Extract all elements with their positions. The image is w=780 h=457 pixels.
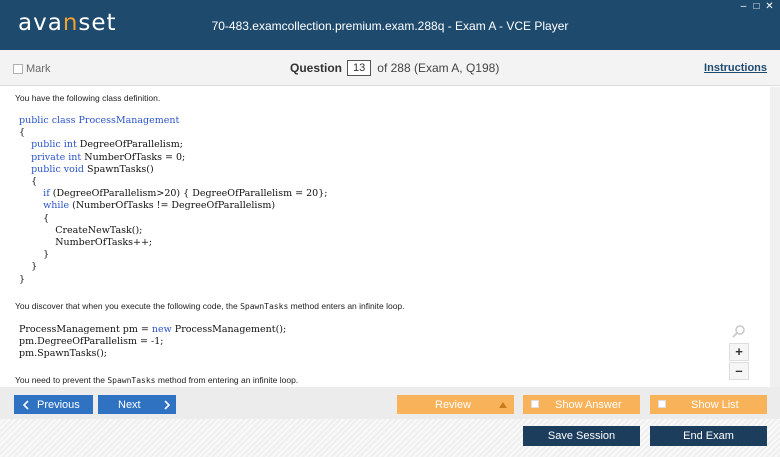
review-button[interactable]: Review — [397, 395, 514, 414]
next-label: Next — [118, 398, 141, 411]
instructions-link[interactable]: Instructions — [704, 62, 767, 74]
show-list-label: Show List — [691, 398, 739, 411]
show-list-button[interactable]: Show List — [650, 395, 767, 414]
prevent-text: You need to prevent the SpawnTasks metho… — [15, 375, 299, 385]
chevron-right-icon — [164, 399, 170, 410]
show-answer-checkbox[interactable] — [531, 400, 539, 408]
question-number-input[interactable]: 13 — [347, 60, 372, 76]
maximize-button[interactable]: □ — [752, 2, 761, 12]
question-header: Mark Question 13 of 288 (Exam A, Q198) I… — [0, 50, 780, 86]
show-answer-button[interactable]: Show Answer — [523, 395, 640, 414]
discover-text: You discover that when you execute the f… — [15, 301, 405, 311]
previous-button[interactable]: Previous — [14, 395, 93, 414]
zoom-out-button[interactable]: – — [729, 362, 749, 380]
previous-label: Previous — [37, 398, 80, 411]
review-label: Review — [435, 398, 472, 411]
title-bar: avanset 70-483.examcollection.premium.ex… — [0, 0, 780, 50]
vertical-scrollbar[interactable] — [770, 87, 780, 387]
end-exam-button[interactable]: End Exam — [650, 426, 767, 446]
triangle-up-icon — [499, 401, 508, 408]
mark-checkbox[interactable]: Mark — [13, 63, 50, 75]
chevron-left-icon — [22, 399, 29, 410]
calling-code: ProcessManagement pm = new ProcessManage… — [19, 324, 287, 360]
close-button[interactable]: ✕ — [765, 2, 774, 12]
save-session-button[interactable]: Save Session — [523, 426, 640, 446]
question-label: Question — [290, 61, 343, 75]
minimize-button[interactable]: – — [739, 2, 748, 12]
mark-label: Mark — [26, 63, 51, 75]
question-indicator: Question 13 of 288 (Exam A, Q198) — [290, 60, 499, 76]
show-answer-label: Show Answer — [555, 398, 622, 411]
class-definition-code: public class ProcessManagement { public … — [19, 115, 328, 285]
intro-text: You have the following class definition. — [15, 93, 161, 103]
question-content: You have the following class definition.… — [0, 87, 770, 387]
checkbox-icon[interactable] — [13, 64, 23, 74]
window-controls: – □ ✕ — [739, 2, 774, 12]
question-total: of 288 (Exam A, Q198) — [377, 61, 500, 75]
next-button[interactable]: Next — [98, 395, 176, 414]
zoom-in-button[interactable]: + — [729, 343, 749, 361]
magnifier-icon — [732, 325, 745, 338]
show-list-checkbox[interactable] — [658, 400, 666, 408]
window-title: 70-483.examcollection.premium.exam.288q … — [211, 19, 569, 33]
